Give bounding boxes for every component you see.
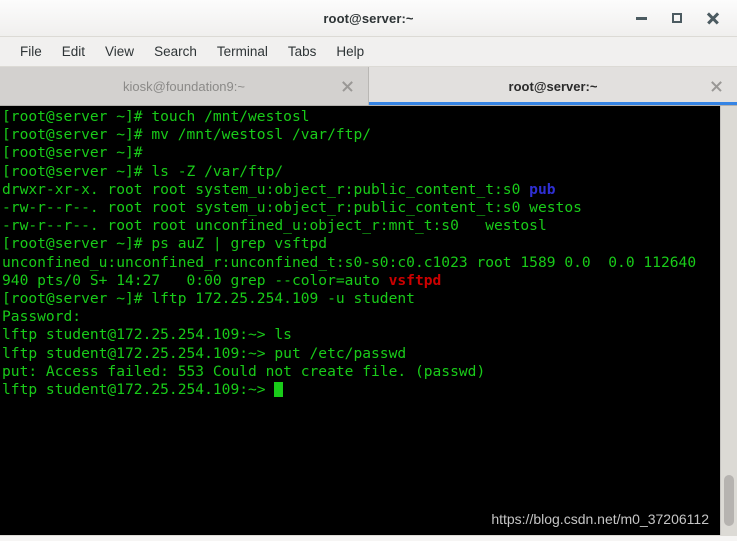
menu-bar: File Edit View Search Terminal Tabs Help	[0, 37, 737, 67]
terminal-line: [root@server ~]# touch /mnt/westosl	[2, 108, 720, 126]
terminal-line: [root@server ~]# lftp 172.25.254.109 -u …	[2, 290, 720, 308]
terminal-text: drwxr-xr-x. root root system_u:object_r:…	[2, 180, 530, 198]
tab-label: kiosk@foundation9:~	[123, 78, 245, 94]
window-controls	[631, 8, 737, 28]
minimize-button[interactable]	[631, 8, 651, 28]
close-icon	[706, 11, 720, 25]
maximize-button[interactable]	[667, 8, 687, 28]
terminal-line: drwxr-xr-x. root root system_u:object_r:…	[2, 181, 720, 199]
terminal-text: vsftpd	[388, 271, 442, 289]
minimize-icon	[635, 16, 647, 20]
terminal-line: -rw-r--r--. root root system_u:object_r:…	[2, 199, 720, 217]
terminal-line: [root@server ~]#	[2, 144, 720, 162]
terminal-text: [root@server ~]# mv /mnt/westosl /var/ft…	[2, 126, 372, 144]
tab-label: root@server:~	[508, 78, 598, 94]
terminal-text: put: Access failed: 553 Could not create…	[2, 362, 486, 380]
tab-close-icon[interactable]	[341, 80, 354, 93]
terminal-text: lftp student@172.25.254.109:~> put /etc/…	[2, 344, 407, 362]
terminal-text: [root@server ~]# touch /mnt/westosl	[2, 108, 310, 125]
terminal-output[interactable]: [root@server ~]# touch /mnt/westosl [root…	[0, 106, 720, 535]
terminal-text: 940 pts/0 S+ 14:27 0:00 grep --color=aut…	[2, 271, 389, 289]
window-bottom-edge	[0, 535, 737, 541]
terminal-line: 940 pts/0 S+ 14:27 0:00 grep --color=aut…	[2, 272, 720, 290]
title-bar: root@server:~	[0, 0, 737, 37]
menu-item-edit[interactable]: Edit	[52, 41, 95, 62]
terminal-line: -rw-r--r--. root root unconfined_u:objec…	[2, 217, 720, 235]
terminal-window: root@server:~ File Edit View Search Term…	[0, 0, 737, 541]
terminal-text: unconfined_u:unconfined_r:unconfined_t:s…	[2, 253, 697, 271]
terminal-text: [root@server ~]# lftp 172.25.254.109 -u …	[2, 290, 415, 308]
terminal-line: lftp student@172.25.254.109:~> ls	[2, 326, 720, 344]
close-button[interactable]	[703, 8, 723, 28]
terminal-scrollbar[interactable]	[720, 106, 737, 535]
maximize-icon	[672, 13, 682, 23]
tab-kiosk-foundation9[interactable]: kiosk@foundation9:~	[0, 67, 369, 105]
menu-item-file[interactable]: File	[10, 41, 52, 62]
terminal-text: [root@server ~]#	[2, 144, 143, 162]
tab-root-server[interactable]: root@server:~	[369, 67, 737, 105]
menu-item-help[interactable]: Help	[326, 41, 374, 62]
terminal-text: lftp student@172.25.254.109:~>	[2, 381, 275, 399]
terminal-text: -rw-r--r--. root root unconfined_u:objec…	[2, 217, 547, 235]
menu-item-terminal[interactable]: Terminal	[207, 41, 278, 62]
menu-item-tabs[interactable]: Tabs	[278, 41, 327, 62]
terminal-area: [root@server ~]# touch /mnt/westosl [root…	[0, 106, 737, 535]
terminal-text: -rw-r--r--. root root system_u:object_r:…	[2, 199, 582, 217]
terminal-line: Password:	[2, 308, 720, 326]
tab-bar: kiosk@foundation9:~ root@server:~	[0, 67, 737, 106]
terminal-line: put: Access failed: 553 Could not create…	[2, 363, 720, 381]
terminal-text: Password:	[2, 308, 82, 326]
tab-close-icon[interactable]	[710, 80, 723, 93]
window-title: root@server:~	[323, 10, 414, 26]
terminal-line: lftp student@172.25.254.109:~>	[2, 381, 720, 399]
terminal-line: [root@server ~]# ls -Z /var/ftp/	[2, 163, 720, 181]
terminal-cursor	[274, 382, 283, 398]
menu-item-view[interactable]: View	[95, 41, 144, 62]
scrollbar-thumb[interactable]	[724, 474, 734, 527]
terminal-line: unconfined_u:unconfined_r:unconfined_t:s…	[2, 254, 720, 272]
terminal-line: [root@server ~]# mv /mnt/westosl /var/ft…	[2, 126, 720, 144]
terminal-text: lftp student@172.25.254.109:~> ls	[2, 326, 292, 344]
terminal-text: [root@server ~]# ps auZ | grep vsftpd	[2, 235, 328, 253]
terminal-text: [root@server ~]# ls -Z /var/ftp/	[2, 162, 284, 180]
terminal-line: lftp student@172.25.254.109:~> put /etc/…	[2, 345, 720, 363]
menu-item-search[interactable]: Search	[144, 41, 207, 62]
terminal-text: pub	[529, 180, 556, 198]
terminal-line: [root@server ~]# ps auZ | grep vsftpd	[2, 235, 720, 253]
